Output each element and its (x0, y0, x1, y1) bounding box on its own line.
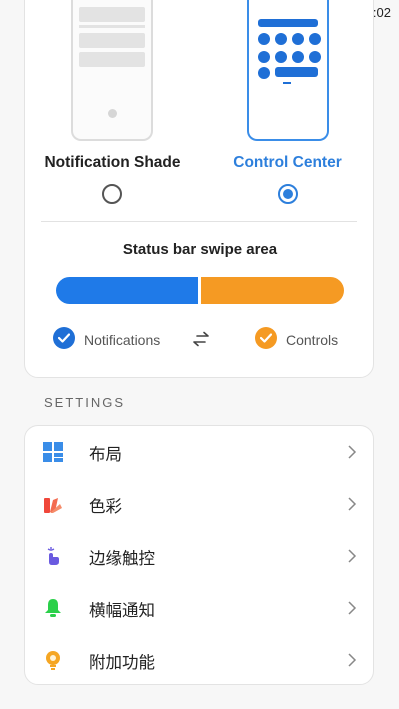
shade-placeholder-bar (79, 33, 145, 48)
divider (41, 221, 357, 222)
cc-dot (258, 33, 270, 45)
notification-shade-preview[interactable] (71, 0, 153, 141)
swipe-area-right-bar[interactable] (201, 277, 344, 304)
settings-list: 布局 色彩 边缘触控 横幅通知 附加功能 (24, 425, 374, 685)
cc-placeholder-bar (258, 19, 318, 27)
shade-placeholder-bar (79, 7, 145, 22)
cc-placeholder-bar (275, 67, 318, 77)
settings-item-color[interactable]: 色彩 (25, 478, 373, 530)
chevron-right-icon (348, 549, 357, 563)
swipe-mode-card: Notification Shade Control Center Status… (24, 0, 374, 378)
palette-icon (44, 498, 62, 513)
option-label-control-center[interactable]: Control Center (200, 154, 375, 172)
section-title-settings: SETTINGS (44, 395, 126, 410)
chevron-right-icon (348, 497, 357, 511)
notifications-label: Notifications (84, 332, 161, 348)
check-circle-icon[interactable] (255, 327, 277, 349)
cc-dot (275, 51, 287, 63)
settings-item-layout[interactable]: 布局 (25, 426, 373, 478)
touch-gesture-icon (47, 547, 59, 565)
shade-placeholder-line (79, 25, 145, 28)
chevron-right-icon (348, 445, 357, 459)
option-label-notification-shade[interactable]: Notification Shade (25, 154, 200, 172)
settings-item-label: 色彩 (89, 497, 122, 516)
settings-item-extra-features[interactable]: 附加功能 (25, 634, 373, 686)
control-center-radio[interactable] (278, 184, 298, 204)
settings-item-label: 边缘触控 (89, 549, 155, 568)
swipe-area-left-bar[interactable] (56, 277, 198, 304)
layout-grid-icon (43, 442, 63, 462)
settings-item-edge-touch[interactable]: 边缘触控 (25, 530, 373, 582)
cc-dot (292, 33, 304, 45)
notification-shade-radio[interactable] (102, 184, 122, 204)
cc-dot (309, 51, 321, 63)
swap-arrows-icon[interactable] (191, 331, 211, 347)
cc-dot (258, 67, 270, 79)
swipe-area-title: Status bar swipe area (122, 241, 278, 258)
settings-item-label: 布局 (89, 445, 122, 464)
cc-dot (275, 33, 287, 45)
cc-toggle-grid (258, 33, 321, 63)
chevron-right-icon (348, 601, 357, 615)
controls-label: Controls (286, 332, 339, 348)
cc-dot (309, 33, 321, 45)
cc-dot (258, 51, 270, 63)
settings-item-label: 横幅通知 (89, 601, 155, 620)
lightbulb-icon (46, 651, 60, 670)
bell-icon (45, 599, 61, 617)
control-center-preview[interactable] (247, 0, 329, 141)
shade-placeholder-dot (108, 109, 117, 118)
settings-item-banner-notification[interactable]: 横幅通知 (25, 582, 373, 634)
check-circle-icon[interactable] (53, 327, 75, 349)
settings-item-label: 附加功能 (89, 653, 155, 672)
chevron-right-icon (348, 653, 357, 667)
cc-home-indicator (283, 82, 291, 84)
shade-placeholder-bar (79, 52, 145, 67)
cc-dot (292, 51, 304, 63)
